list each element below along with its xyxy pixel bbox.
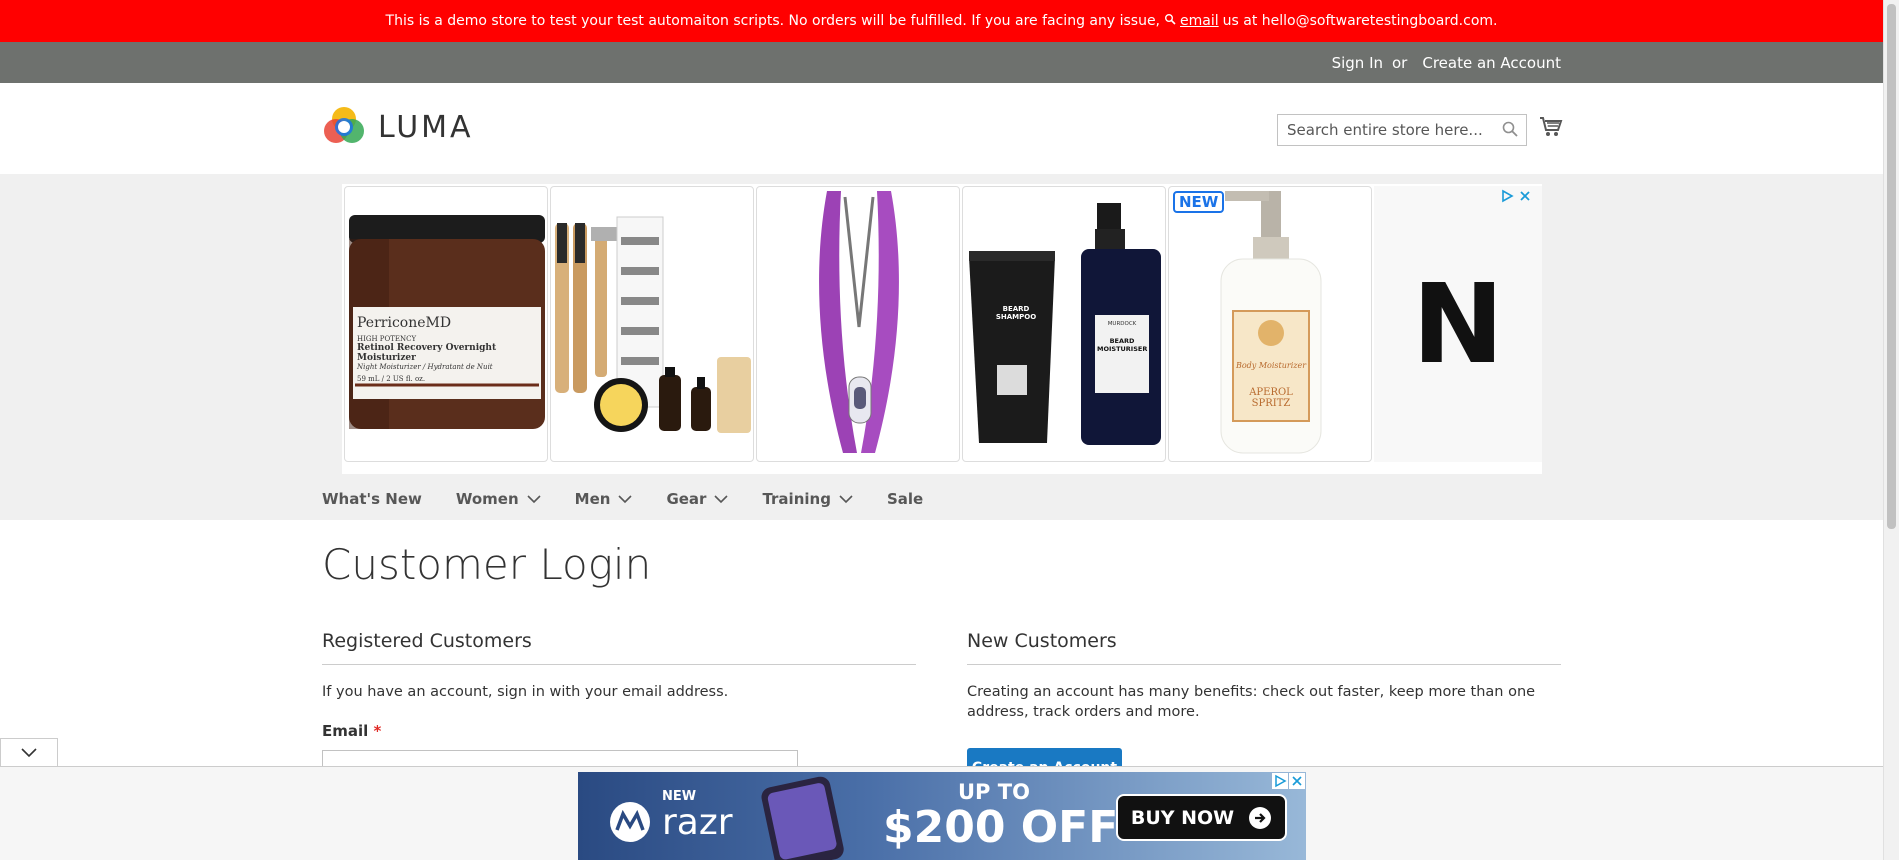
chevron-down-icon [21, 747, 37, 757]
chevron-down-icon [714, 494, 729, 503]
ad-tile-tweezers[interactable] [756, 186, 960, 462]
nav-item-label: Gear [666, 490, 707, 508]
email-link-icon [1164, 13, 1176, 29]
nav-item-sale[interactable]: Sale [887, 490, 923, 508]
ad-brand-end[interactable]: N [1374, 186, 1542, 462]
chevron-down-icon [527, 494, 541, 503]
adchoices-icon[interactable] [1272, 773, 1288, 789]
bottom-ad-product: razr [662, 802, 733, 843]
page-title: Customer Login [322, 540, 652, 589]
cart-icon[interactable] [1539, 116, 1563, 142]
ad-moisturizer-brand: PerriconeMD [357, 315, 452, 331]
motorola-logo-icon [610, 802, 650, 842]
luma-logo[interactable]: LUMA [322, 105, 474, 149]
ad-tile-moisturizer[interactable]: PerriconeMD HIGH POTENCY Retinol Recover… [344, 186, 548, 462]
luma-logo-icon [324, 107, 364, 143]
adchoices-icon[interactable] [1500, 188, 1514, 207]
nav-item-label: Sale [886, 490, 924, 508]
registered-customers-text: If you have an account, sign in with you… [322, 684, 729, 700]
registered-customers-block: Registered Customers If you have an acco… [322, 630, 916, 778]
ad-tile-body-moisturizer[interactable]: Body Moisturizer APEROL SPRITZ NEW [1168, 186, 1372, 462]
new-customers-block: New Customers Creating an account has ma… [967, 630, 1561, 788]
search-input[interactable] [1278, 115, 1493, 145]
or-separator: or [1392, 53, 1408, 72]
ad-moisturizer-line3: Night Moisturizer / Hydratant de Nuit [357, 363, 493, 371]
ad-banner[interactable]: PerriconeMD HIGH POTENCY Retinol Recover… [342, 184, 1542, 474]
buy-now-label: BUY NOW [1130, 806, 1235, 829]
ad-new-badge: NEW [1173, 191, 1225, 213]
email-label: Email * [322, 722, 916, 740]
buy-now-button[interactable]: BUY NOW [1116, 794, 1287, 841]
chevron-down-icon [618, 494, 633, 503]
main-navigation: What's New Women Men Gear Training Sale [322, 479, 957, 519]
bottom-ad[interactable]: NEW razr UP TO $200 OFF BUY NOW [578, 772, 1306, 860]
search-box [1277, 114, 1527, 146]
registered-customers-title: Registered Customers [322, 630, 916, 665]
ad-moisturizer-line2: Retinol Recovery Overnight Moisturizer [357, 343, 497, 363]
email-label-text: Email [322, 722, 369, 740]
search-icon[interactable] [1502, 121, 1518, 141]
nav-item-whats-new[interactable]: What's New [322, 490, 422, 508]
ad-tile-beard-products[interactable]: BEARD SHAMPOO BEARD MOISTURISER MURDOCK [962, 186, 1166, 462]
email-link[interactable]: email [1180, 13, 1219, 29]
ad-body-label2: APEROL SPRITZ [1249, 387, 1293, 409]
nav-item-gear[interactable]: Gear [666, 490, 729, 508]
create-account-link[interactable]: Create an Account [1422, 54, 1561, 72]
nav-item-men[interactable]: Men [575, 490, 633, 508]
nav-item-label: Men [574, 490, 611, 508]
bottom-ad-offer: $200 OFF [883, 802, 1119, 853]
phone-image [761, 776, 844, 860]
page-scrollbar[interactable] [1883, 0, 1899, 860]
ad-beard-shampoo-label: BEARD SHAMPOO [995, 305, 1037, 321]
ad-tile-grooming-kit[interactable] [550, 186, 754, 462]
demo-notice-bar: This is a demo store to test your test a… [0, 0, 1883, 42]
ad-controls [1500, 188, 1532, 207]
ad-beard-moisturiser-label: BEARD MOISTURISER [1097, 337, 1148, 353]
ad-collapse-toggle[interactable] [0, 738, 58, 766]
bottom-ad-up-to: UP TO [958, 780, 1030, 804]
page-header: LUMA [0, 83, 1883, 174]
new-customers-title: New Customers [967, 630, 1561, 665]
header-panel: Sign In or Create an Account [0, 42, 1883, 83]
sign-in-link[interactable]: Sign In [1332, 54, 1383, 72]
nav-item-label: Training [762, 490, 831, 508]
arrow-right-icon [1249, 806, 1272, 829]
ad-close-icon[interactable] [1289, 773, 1305, 789]
logo-text: LUMA [378, 109, 474, 145]
required-mark: * [373, 722, 382, 740]
bottom-ad-controls [1272, 773, 1305, 789]
bottom-ad-bar: NEW razr UP TO $200 OFF BUY NOW [0, 766, 1883, 860]
ad-body-label1: Body Moisturizer [1235, 361, 1307, 370]
nav-item-label: What's New [322, 490, 422, 508]
nav-item-label: Women [455, 490, 519, 508]
ad-moisturizer-line1: HIGH POTENCY [357, 335, 417, 343]
new-customers-text: Creating an account has many benefits: c… [967, 684, 1536, 720]
ad-beard-brand-label: MURDOCK [1107, 321, 1137, 327]
ad-close-icon[interactable] [1518, 188, 1532, 207]
demo-notice-text-end: us at hello@softwaretestingboard.com. [1222, 13, 1498, 29]
ad-brand-letter: N [1411, 260, 1505, 388]
nav-item-training[interactable]: Training [762, 490, 853, 508]
ad-area: PerriconeMD HIGH POTENCY Retinol Recover… [0, 174, 1883, 520]
ad-moisturizer-line4: 59 mL / 2 US fl. oz. [357, 375, 426, 383]
demo-notice-text: This is a demo store to test your test a… [385, 13, 1161, 29]
nav-item-women[interactable]: Women [456, 490, 541, 508]
chevron-down-icon [839, 494, 853, 503]
scrollbar-thumb[interactable] [1887, 4, 1896, 529]
